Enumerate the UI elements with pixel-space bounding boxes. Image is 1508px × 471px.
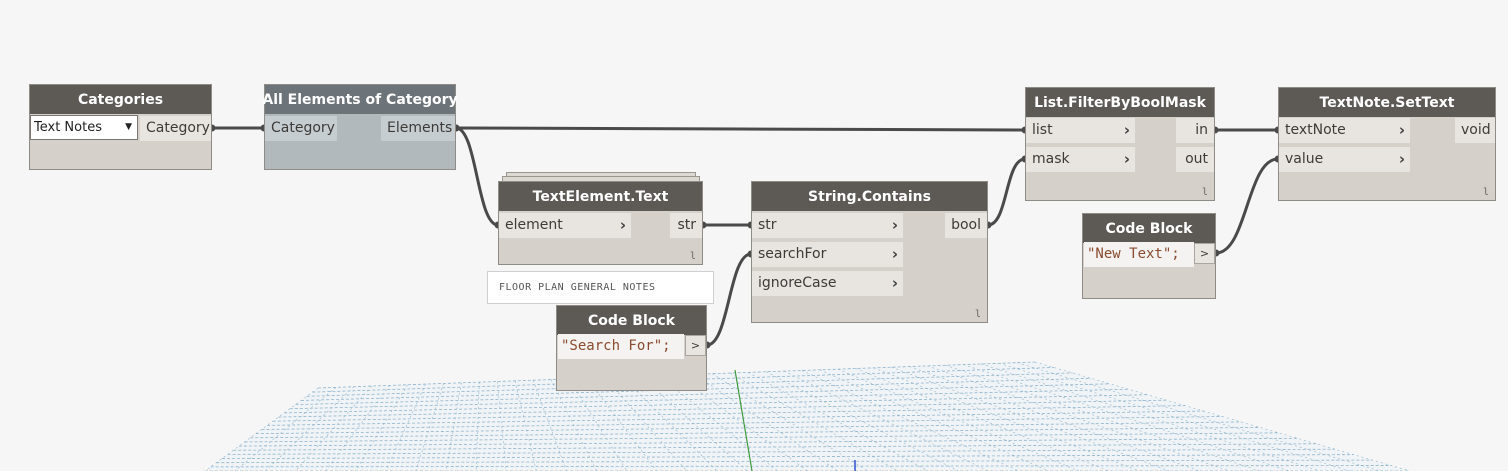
lacing-indicator[interactable]: l: [690, 251, 696, 262]
input-port-category[interactable]: Category: [265, 116, 337, 141]
chevron-right-icon: ›: [891, 216, 898, 234]
workspace-canvas[interactable]: Categories Text Notes ▼ Category All Ele…: [0, 0, 1508, 471]
textelement-text-node[interactable]: TextElement.Text element › str l: [498, 181, 703, 265]
output-port-void[interactable]: void: [1455, 118, 1495, 143]
input-port-searchfor[interactable]: searchFor ›: [752, 242, 903, 267]
grid-plane: [205, 362, 1410, 471]
output-port-elements[interactable]: Elements: [381, 116, 455, 141]
node-title[interactable]: Code Block: [557, 306, 706, 335]
list-filterbyboolmask-node[interactable]: List.FilterByBoolMask list › mask › in o…: [1025, 87, 1215, 201]
output-port-str[interactable]: str: [670, 213, 702, 238]
chevron-right-icon: ›: [1398, 150, 1405, 168]
code-block-search-for-node[interactable]: Code Block "Search For"; >: [556, 305, 707, 391]
node-title[interactable]: String.Contains: [752, 182, 987, 211]
node-title[interactable]: List.FilterByBoolMask: [1026, 88, 1214, 117]
input-port-value[interactable]: value ›: [1279, 147, 1410, 172]
output-port[interactable]: >: [685, 335, 706, 356]
chevron-right-icon: ›: [1398, 121, 1405, 139]
textnote-settext-node[interactable]: TextNote.SetText textNote › value › void…: [1278, 87, 1496, 201]
node-title[interactable]: TextElement.Text: [499, 182, 702, 211]
input-port-str[interactable]: str ›: [752, 213, 903, 238]
chevron-right-icon: ›: [891, 245, 898, 263]
output-port-bool[interactable]: bool: [945, 213, 987, 238]
code-editor[interactable]: "New Text";: [1084, 242, 1194, 267]
node-title[interactable]: Code Block: [1083, 214, 1215, 243]
code-editor[interactable]: "Search For";: [558, 334, 684, 359]
node-title[interactable]: Categories: [30, 85, 211, 114]
output-port[interactable]: >: [1194, 243, 1215, 264]
lacing-indicator[interactable]: l: [975, 309, 981, 320]
input-port-list[interactable]: list ›: [1026, 118, 1135, 143]
chevron-right-icon: ›: [1123, 150, 1130, 168]
chevron-right-icon: ›: [1123, 121, 1130, 139]
node-title[interactable]: All Elements of Category: [262, 85, 458, 114]
preview-bubble[interactable]: FLOOR PLAN GENERAL NOTES: [487, 271, 714, 304]
input-port-element[interactable]: element ›: [499, 213, 631, 238]
input-port-textnote[interactable]: textNote ›: [1279, 118, 1410, 143]
output-port-in[interactable]: in: [1176, 118, 1214, 143]
code-block-new-text-node[interactable]: Code Block "New Text"; >: [1082, 213, 1216, 299]
dropdown-value: Text Notes: [34, 120, 102, 135]
input-port-ignorecase[interactable]: ignoreCase ›: [752, 271, 903, 296]
lacing-indicator[interactable]: l: [1202, 187, 1208, 198]
lacing-indicator[interactable]: l: [1483, 187, 1489, 198]
category-dropdown[interactable]: Text Notes ▼: [30, 115, 138, 140]
chevron-right-icon: ›: [619, 216, 626, 234]
output-port-out[interactable]: out: [1176, 147, 1214, 172]
chevron-down-icon[interactable]: ▼: [125, 116, 132, 139]
output-port-category[interactable]: Category: [140, 116, 211, 141]
all-elements-of-category-node[interactable]: All Elements of Category Category Elemen…: [262, 84, 458, 170]
chevron-right-icon: ›: [891, 274, 898, 292]
string-contains-node[interactable]: String.Contains str › searchFor › ignore…: [751, 181, 988, 323]
input-port-mask[interactable]: mask ›: [1026, 147, 1135, 172]
categories-node[interactable]: Categories Text Notes ▼ Category: [29, 84, 212, 170]
node-title[interactable]: TextNote.SetText: [1279, 88, 1495, 117]
